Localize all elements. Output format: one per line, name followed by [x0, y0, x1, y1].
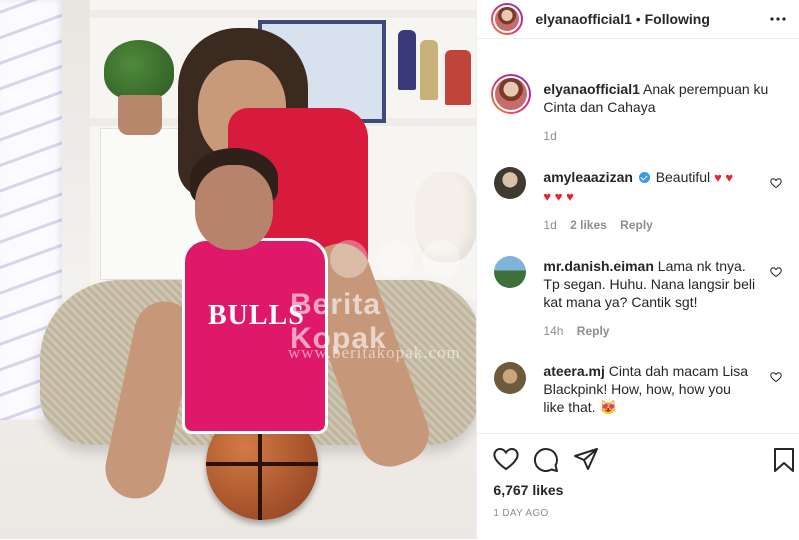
comment-text-line2: Tp segan. Huhu. Nana langsir beli	[543, 276, 756, 292]
plant-pot	[118, 95, 162, 135]
comment: ateera.mj Cinta dah macam Lisa Blackpink…	[543, 362, 773, 416]
share-icon[interactable]	[573, 447, 599, 474]
header-separator: •	[635, 11, 641, 27]
comment-text-line2: Blackpink! How, how, how you	[543, 381, 731, 397]
header-username[interactable]: elyanaofficial1	[535, 11, 632, 27]
commenter-avatar[interactable]	[494, 256, 527, 288]
comment-time: 1d	[543, 218, 557, 232]
caption-time: 1d	[543, 129, 557, 143]
likes-count[interactable]: 6,767 likes	[493, 481, 563, 499]
caption-username[interactable]: elyanaofficial1	[543, 81, 640, 97]
verified-badge-icon	[638, 172, 650, 183]
post-photo[interactable]: BULLS Berita Kopak www.beritakopak.com	[0, 0, 477, 539]
watermark-url: www.beritakopak.com	[288, 343, 461, 362]
bookmark-icon[interactable]	[773, 447, 795, 476]
comment-like-heart-icon[interactable]	[770, 265, 783, 281]
comment-icon[interactable]	[533, 447, 559, 476]
reply-button[interactable]: Reply	[620, 218, 653, 232]
more-horizontal-icon[interactable]	[769, 12, 787, 29]
comment-text-line1: Lama nk tnya.	[657, 258, 746, 274]
comment-likes[interactable]: 2 likes	[570, 218, 607, 232]
comment-text-line3: kat mana ya? Cantik sgt!	[543, 294, 698, 310]
caption-avatar[interactable]	[491, 74, 532, 114]
comment-username[interactable]: ateera.mj	[543, 363, 604, 379]
heart-icon[interactable]	[493, 447, 519, 474]
comment-text-line1: Cinta dah macam Lisa	[608, 363, 749, 379]
comment-text: Beautiful	[655, 169, 711, 185]
trophy	[445, 50, 471, 105]
follow-status-button[interactable]: Following	[645, 11, 710, 27]
comment-time: 14h	[543, 324, 564, 338]
heart-emoji: ♥ ♥ ♥	[543, 189, 574, 204]
reply-button[interactable]: Reply	[577, 324, 610, 338]
post-actions: 6,767 likes 1 DAY AGO	[477, 433, 799, 540]
comment: amyleaazizan Beautiful ♥ ♥ ♥ ♥ ♥	[543, 168, 773, 206]
caption-text-line1: Anak perempuan ku	[643, 81, 769, 97]
shelf-line	[90, 10, 477, 18]
commenter-avatar[interactable]	[494, 167, 527, 199]
caption-text-line2: Cinta dan Cahaya	[543, 99, 656, 115]
heart-emoji: ♥ ♥	[714, 170, 734, 185]
comment-username[interactable]: amyleaazizan	[543, 169, 633, 185]
cat-heart-eyes-emoji: 😻	[599, 399, 617, 415]
commenter-avatar[interactable]	[494, 362, 527, 394]
instagram-post: BULLS Berita Kopak www.beritakopak.com e…	[0, 0, 799, 539]
comment-like-heart-icon[interactable]	[770, 176, 783, 192]
trophy	[398, 30, 416, 90]
post-header: elyanaofficial1 • Following	[477, 0, 799, 39]
comment-meta: 14h Reply	[543, 324, 609, 338]
comment: mr.danish.eiman Lama nk tnya. Tp segan. …	[543, 257, 773, 311]
avatar[interactable]	[491, 3, 524, 35]
comment-like-heart-icon[interactable]	[770, 370, 783, 386]
trophy	[420, 40, 438, 100]
post-timestamp[interactable]: 1 DAY AGO	[493, 505, 548, 523]
comment-username[interactable]: mr.danish.eiman	[543, 258, 653, 274]
plant	[104, 40, 174, 100]
caption: elyanaofficial1 Anak perempuan ku Cinta …	[543, 80, 788, 116]
toddler-face	[195, 165, 273, 250]
watermark-icons	[330, 240, 460, 278]
post-sidebar: elyanaofficial1 • Following elyanaoffici…	[476, 0, 799, 539]
comment-text-line3: like that.	[543, 399, 596, 415]
comment-meta: 1d 2 likes Reply	[543, 218, 652, 232]
